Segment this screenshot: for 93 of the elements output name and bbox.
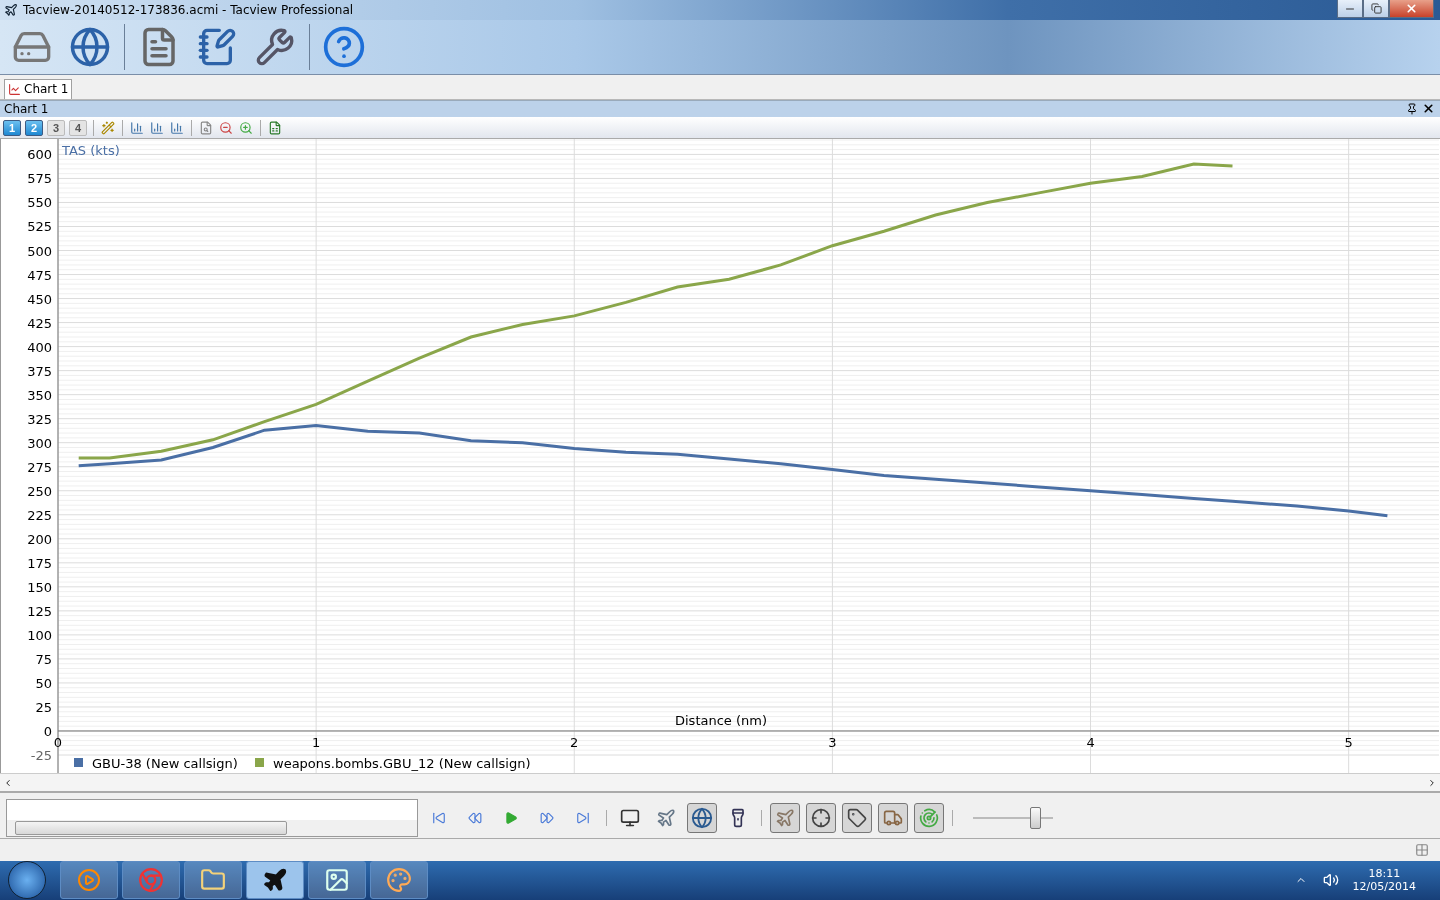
- x-tick-label: 4: [1086, 735, 1095, 751]
- window-title: Tacview-20140512-173836.acmi - Tacview Professional: [23, 2, 355, 17]
- tag-icon: [847, 807, 867, 828]
- picture-icon: [324, 867, 350, 894]
- y-tick-label: 150: [27, 580, 52, 596]
- y-tick-label: 525: [27, 219, 52, 235]
- y-tick-label: -25: [30, 748, 52, 764]
- zoom-in-icon[interactable]: [238, 119, 254, 136]
- start-button[interactable]: [8, 861, 46, 900]
- chart-page-button[interactable]: 3: [47, 119, 65, 136]
- y-tick-label: 250: [27, 484, 52, 500]
- x-axis-title: Distance (nm): [675, 713, 767, 729]
- crosshair-button[interactable]: [806, 802, 836, 833]
- jet-icon: [656, 807, 676, 828]
- jet-icon: [3, 1, 19, 18]
- clock-date: 12/05/2014: [1352, 880, 1416, 894]
- document-tab[interactable]: Chart 1: [4, 78, 73, 99]
- y-tick-label: 325: [27, 412, 52, 428]
- close-button[interactable]: [1389, 0, 1434, 18]
- timeline-box[interactable]: [6, 798, 418, 837]
- browser-taskbar-button[interactable]: [122, 861, 180, 900]
- slider-thumb[interactable]: [1030, 806, 1042, 829]
- y-tick-label: 275: [27, 460, 52, 476]
- y-tick-label: 575: [27, 171, 52, 187]
- y-tick-label: 50: [35, 676, 52, 692]
- y-tick-label: 225: [27, 508, 52, 524]
- fast-forward-icon: [540, 810, 554, 825]
- y-tick-label: 375: [27, 364, 52, 380]
- jet-taskbar-button[interactable]: [246, 861, 304, 900]
- play-circle-icon: [77, 868, 101, 893]
- magic-wand-icon[interactable]: [100, 119, 116, 136]
- y-tick-label: 450: [27, 292, 52, 308]
- line-chart-icon: [8, 82, 21, 96]
- x-tick-label: 3: [828, 735, 837, 751]
- globe-icon: [691, 806, 713, 829]
- bar-chart-icon[interactable]: [169, 119, 185, 136]
- play-icon: [504, 810, 518, 825]
- x-tick-label: 5: [1344, 735, 1353, 751]
- restore-button[interactable]: [1363, 0, 1389, 18]
- palette-icon: [386, 867, 412, 894]
- close-icon: [1405, 2, 1418, 15]
- spreadsheet-icon[interactable]: [267, 119, 283, 136]
- y-tick-label: 300: [27, 436, 52, 452]
- crosshair-icon: [811, 807, 831, 828]
- y-tick-label: 475: [27, 268, 52, 283]
- y-tick-label: 400: [27, 340, 52, 356]
- photo-viewer-taskbar-button[interactable]: [308, 861, 366, 900]
- rewind-icon: [468, 810, 482, 825]
- status-icon: [1414, 842, 1430, 859]
- vehicle-button[interactable]: [878, 802, 908, 833]
- monitor-icon: [620, 807, 640, 828]
- restore-icon: [1370, 3, 1382, 14]
- panel-title: Chart 1: [4, 101, 50, 116]
- skip-forward-icon: [576, 810, 590, 825]
- x-tick-label: 1: [312, 735, 321, 751]
- globe-view-button[interactable]: [687, 802, 717, 833]
- bar-chart-icon[interactable]: [149, 119, 165, 136]
- zoom-out-icon[interactable]: [218, 119, 234, 136]
- y-tick-label: 200: [27, 532, 52, 548]
- x-tick-label: 2: [570, 735, 579, 751]
- paint-taskbar-button[interactable]: [370, 861, 428, 900]
- jet-icon: [775, 807, 795, 828]
- chart-page-button[interactable]: 4: [69, 119, 87, 136]
- legend-label: weapons.bombs.GBU_12 (New callsign): [273, 756, 531, 772]
- y-tick-label: 600: [27, 147, 52, 163]
- x-tick-label: 0: [53, 735, 63, 751]
- folder-taskbar-button[interactable]: [184, 861, 242, 900]
- scrollbar-thumb[interactable]: [15, 820, 287, 835]
- radar-button[interactable]: [914, 802, 944, 833]
- clock-time: 18:11: [1368, 867, 1401, 881]
- skip-back-icon: [432, 810, 446, 825]
- minimize-button[interactable]: [1337, 0, 1363, 18]
- y-tick-label: 125: [27, 604, 52, 620]
- y-tick-label: 25: [35, 700, 52, 716]
- y-tick-label: 0: [43, 724, 52, 740]
- legend-label: GBU-38 (New callsign): [92, 756, 238, 772]
- y-tick-label: 550: [27, 195, 52, 211]
- bar-chart-icon[interactable]: [129, 119, 145, 136]
- y-tick-label: 175: [27, 556, 52, 572]
- y-tick-label: 500: [27, 244, 52, 259]
- browser-icon: [138, 867, 164, 894]
- media-player-taskbar-button[interactable]: [60, 861, 118, 900]
- y-tick-label: 425: [27, 316, 52, 332]
- y-tick-label: 75: [35, 652, 52, 668]
- label-button[interactable]: [842, 802, 872, 833]
- y-axis-title: TAS (kts): [62, 143, 120, 159]
- y-tick-label: 350: [27, 388, 52, 404]
- radar-icon: [919, 807, 939, 828]
- y-tick-label: 100: [27, 628, 52, 644]
- zoom-fit-icon[interactable]: [198, 119, 214, 136]
- jet-icon: [262, 867, 288, 894]
- speaker-icon[interactable]: [1322, 872, 1339, 889]
- aircraft-view-button[interactable]: [770, 802, 800, 833]
